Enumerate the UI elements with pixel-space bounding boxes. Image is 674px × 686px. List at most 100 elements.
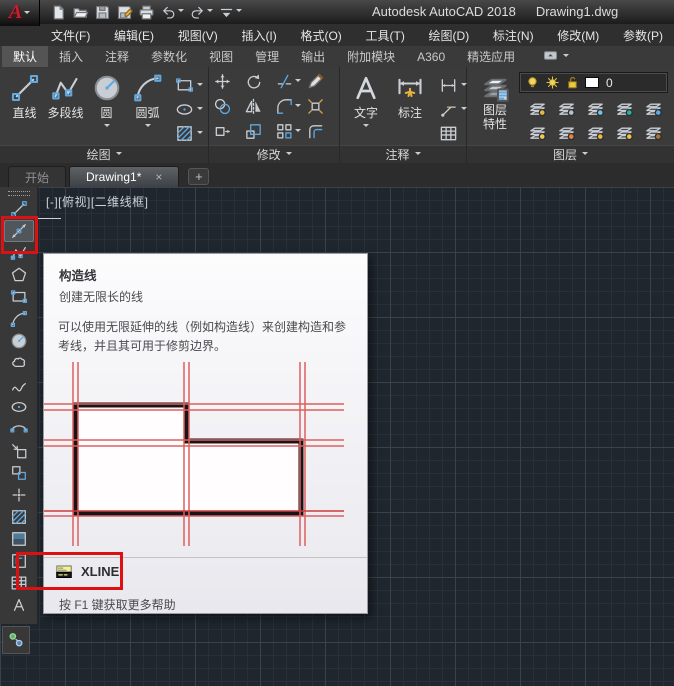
ribbon-button-table[interactable] bbox=[439, 124, 467, 143]
undo-button[interactable] bbox=[160, 4, 184, 21]
ribbon-button-scale[interactable] bbox=[244, 122, 275, 141]
ribbon-button-fillet[interactable] bbox=[275, 97, 306, 116]
layer-isolate-button[interactable] bbox=[552, 96, 581, 120]
application-menu-button[interactable]: A bbox=[0, 0, 40, 26]
layer-match-button[interactable] bbox=[639, 120, 668, 144]
toolbar-arc-button[interactable] bbox=[4, 308, 34, 330]
ribbon-button-rectangle[interactable] bbox=[175, 76, 203, 95]
ribbon-tab[interactable]: 默认 bbox=[2, 46, 49, 67]
menu-item[interactable]: 编辑(E) bbox=[111, 25, 157, 46]
ribbon-minimize-button[interactable] bbox=[542, 46, 570, 67]
ribbon-button-polyline[interactable]: 多段线 bbox=[45, 69, 86, 131]
menu-item[interactable]: 文件(F) bbox=[48, 25, 93, 46]
unlock-icon[interactable] bbox=[565, 75, 580, 90]
layer-properties-button[interactable]: 图层 特性 bbox=[471, 69, 519, 132]
viewport-controls-label[interactable]: [-][俯视][二维线框] bbox=[46, 193, 149, 210]
menu-item[interactable]: 视图(V) bbox=[175, 25, 221, 46]
menu-item[interactable]: 修改(M) bbox=[554, 25, 602, 46]
ribbon-tab[interactable]: 插入 bbox=[48, 46, 94, 67]
new-tab-button[interactable]: + bbox=[188, 168, 210, 185]
layer-off-button[interactable] bbox=[523, 96, 552, 120]
ribbon-tab[interactable]: 视图 bbox=[198, 46, 244, 67]
layer-unisolate-button[interactable] bbox=[552, 120, 581, 144]
ribbon-button-leader[interactable] bbox=[439, 100, 467, 119]
layer-combobox[interactable]: 0 bbox=[519, 72, 668, 93]
new-file-button[interactable] bbox=[50, 4, 67, 21]
toolbar-gradient-button[interactable] bbox=[4, 528, 34, 550]
chevron-down-icon bbox=[178, 9, 184, 15]
ribbon-button-offset[interactable] bbox=[306, 122, 337, 141]
menu-item[interactable]: 工具(T) bbox=[363, 25, 408, 46]
ribbon-button-dim-linear[interactable] bbox=[439, 76, 467, 95]
plot-button[interactable] bbox=[138, 4, 155, 21]
menu-item[interactable]: 格式(O) bbox=[297, 25, 344, 46]
ribbon-button-ellipse[interactable] bbox=[175, 100, 203, 119]
ribbon-tab[interactable]: 附加模块 bbox=[336, 46, 406, 67]
insert-block-icon bbox=[10, 442, 28, 460]
toolbar-revision-cloud-button[interactable] bbox=[4, 352, 34, 374]
ribbon-button-erase[interactable] bbox=[306, 72, 337, 91]
ribbon-button-array[interactable] bbox=[275, 122, 306, 141]
ribbon-tab[interactable]: A360 bbox=[406, 46, 456, 67]
customize-button[interactable] bbox=[218, 4, 242, 21]
toolbar-ellipse-arc-button[interactable] bbox=[4, 418, 34, 440]
ribbon-button-move[interactable] bbox=[213, 72, 244, 91]
layer-on-button[interactable] bbox=[523, 120, 552, 144]
ribbon-button-circle[interactable]: 圆 bbox=[86, 69, 127, 131]
ribbon-button-hatch[interactable] bbox=[175, 124, 203, 143]
ribbon-tab[interactable]: 参数化 bbox=[140, 46, 198, 67]
toolbar-grip[interactable] bbox=[7, 191, 30, 196]
panel-label-annotation[interactable]: 注释 bbox=[340, 145, 466, 163]
menu-item[interactable]: 标注(N) bbox=[490, 25, 537, 46]
toolbar-rectangle-button[interactable] bbox=[4, 286, 34, 308]
bulb-icon[interactable] bbox=[525, 75, 540, 90]
layer-unlock-button[interactable] bbox=[610, 120, 639, 144]
layer-color-swatch[interactable] bbox=[585, 77, 599, 88]
ribbon-button-explode[interactable] bbox=[306, 97, 337, 116]
menu-item[interactable]: 参数(P) bbox=[620, 25, 666, 46]
file-tab[interactable]: 开始 bbox=[8, 166, 67, 187]
ribbon-tab[interactable]: 管理 bbox=[244, 46, 290, 67]
ribbon-button-stretch[interactable] bbox=[213, 122, 244, 141]
toolbar-insert-block-button[interactable] bbox=[4, 440, 34, 462]
toolbar-ellipse-button[interactable] bbox=[4, 396, 34, 418]
chevron-down-icon bbox=[295, 103, 302, 110]
layer-make-current-button[interactable] bbox=[639, 96, 668, 120]
panel-label-layers[interactable]: 图层 bbox=[467, 145, 674, 163]
redo-button[interactable] bbox=[189, 4, 213, 21]
toolbar-hatch-button[interactable] bbox=[4, 506, 34, 528]
toolbar-point-style-button[interactable] bbox=[4, 628, 28, 652]
close-icon[interactable]: × bbox=[155, 170, 162, 184]
tooltip-description: 可以使用无限延伸的线（例如构造线）来创建构造和参考线，并且其可用于修剪边界。 bbox=[58, 320, 347, 354]
file-tab[interactable]: Drawing1* × bbox=[69, 166, 180, 187]
menu-item[interactable]: 绘图(D) bbox=[426, 25, 473, 46]
ribbon-button-rotate[interactable] bbox=[244, 72, 275, 91]
panel-label-modify[interactable]: 修改 bbox=[209, 145, 339, 163]
open-file-button[interactable] bbox=[72, 4, 89, 21]
layer-thaw-button[interactable] bbox=[581, 120, 610, 144]
toolbar-create-block-button[interactable] bbox=[4, 462, 34, 484]
chevron-down-icon bbox=[295, 78, 302, 85]
ribbon-button-trim[interactable] bbox=[275, 72, 306, 91]
panel-label-draw[interactable]: 绘图 bbox=[0, 145, 209, 163]
layer-freeze-button[interactable] bbox=[581, 96, 610, 120]
toolbar-point-button[interactable] bbox=[4, 484, 34, 506]
toolbar-multiline-text-button[interactable] bbox=[4, 594, 34, 616]
toolbar-polygon-button[interactable] bbox=[4, 264, 34, 286]
ribbon-button-text[interactable]: 文字 bbox=[344, 69, 388, 131]
save-as-button[interactable] bbox=[116, 4, 133, 21]
ribbon-button-dimension[interactable]: 标注 bbox=[388, 69, 432, 131]
ribbon-tab[interactable]: 注释 bbox=[94, 46, 140, 67]
sun-icon[interactable] bbox=[545, 75, 560, 90]
menu-item[interactable]: 插入(I) bbox=[238, 25, 279, 46]
toolbar-spline-button[interactable] bbox=[4, 374, 34, 396]
ribbon-tab[interactable]: 精选应用 bbox=[456, 46, 526, 67]
ribbon-button-arc[interactable]: 圆弧 bbox=[127, 69, 168, 131]
save-button[interactable] bbox=[94, 4, 111, 21]
ribbon-tab[interactable]: 输出 bbox=[290, 46, 336, 67]
toolbar-circle-button[interactable] bbox=[4, 330, 34, 352]
ribbon-button-copy[interactable] bbox=[213, 97, 244, 116]
ribbon-button-line[interactable]: 直线 bbox=[4, 69, 45, 131]
layer-lock-button[interactable] bbox=[610, 96, 639, 120]
ribbon-button-mirror[interactable] bbox=[244, 97, 275, 116]
